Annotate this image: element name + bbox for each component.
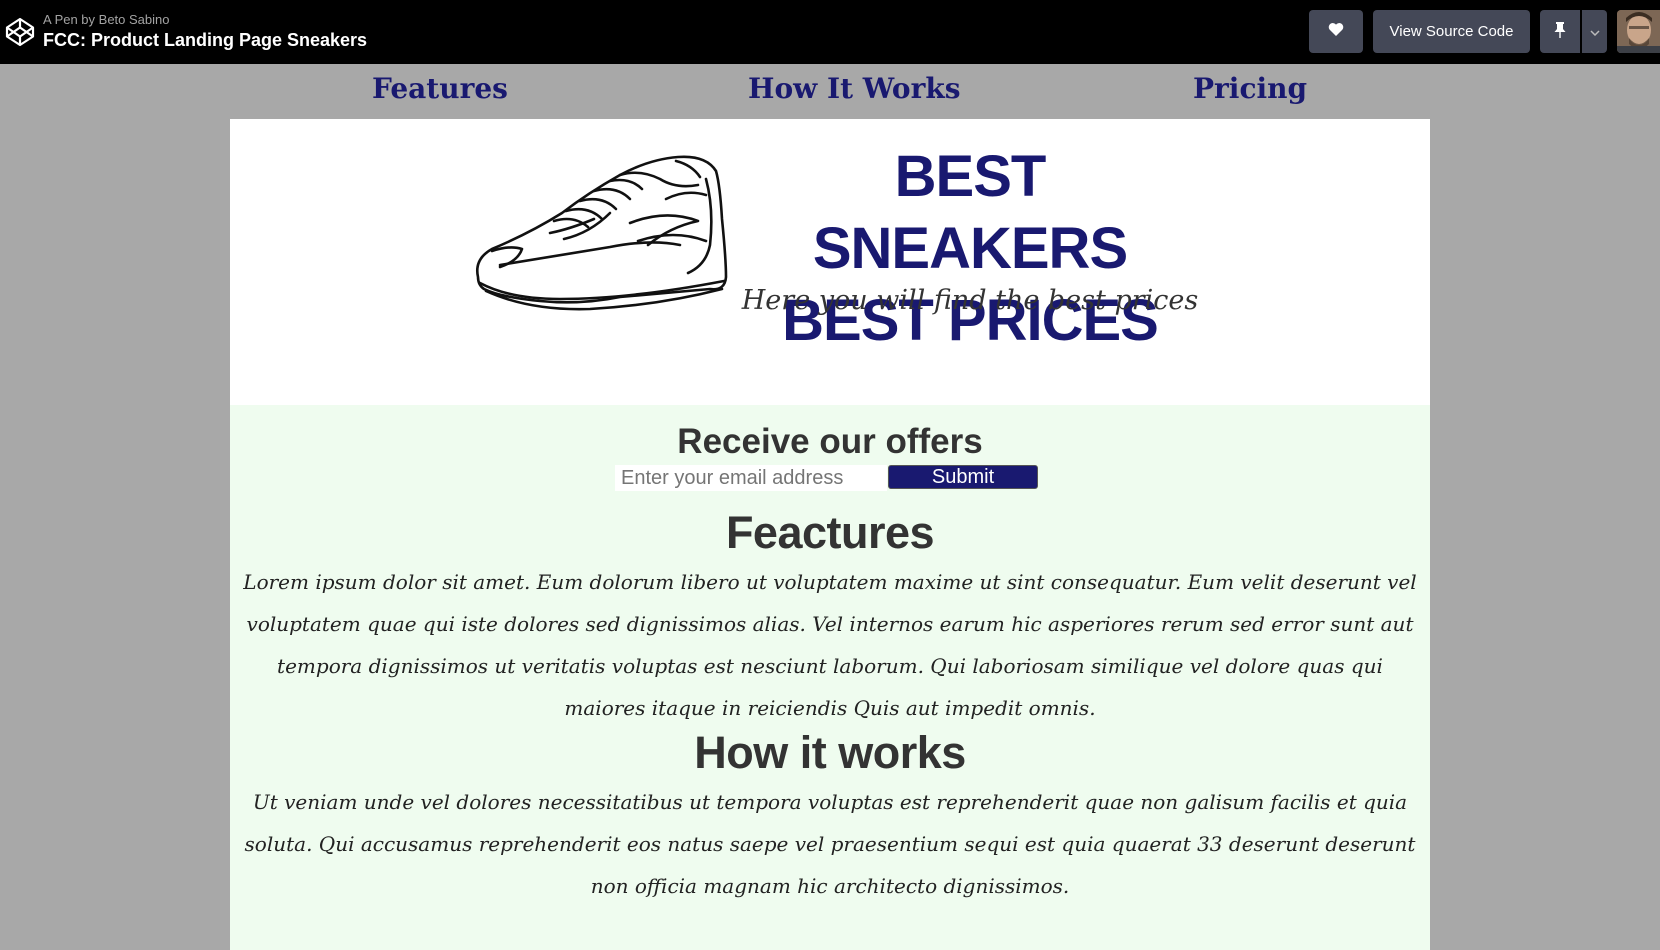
features-title: Feactures (725, 507, 935, 558)
view-source-button[interactable]: View Source Code (1373, 10, 1530, 53)
pen-title: FCC: Product Landing Page Sneakers (43, 30, 368, 50)
chevron-down-icon (1589, 23, 1600, 40)
pen-byline[interactable]: A Pen by Beto Sabino (43, 12, 367, 28)
nav-link-how-it-works[interactable]: How It Works (748, 72, 961, 105)
hero-subtitle: Here you will find the best prices (741, 285, 1199, 316)
submit-button[interactable]: Submit (888, 465, 1038, 489)
pin-button[interactable] (1540, 10, 1580, 53)
how-it-works-title: How it works (694, 727, 966, 778)
offers-title: Receive our offers (677, 422, 983, 461)
how-it-works-text: Ut veniam unde vel dolores necessitatibu… (244, 790, 1416, 898)
pin-icon (1554, 21, 1566, 43)
hero-section: BEST SNEAKERS BEST PRICES Here you will … (230, 119, 1430, 405)
main-content: Receive our offers Submit Feactures Lore… (230, 405, 1430, 950)
hero-title-line1: BEST SNEAKERS (812, 144, 1128, 281)
codepen-header: A Pen by Beto Sabino FCC: Product Landin… (0, 0, 1660, 64)
hero-title: BEST SNEAKERS BEST PRICES (740, 141, 1200, 357)
nav-link-pricing[interactable]: Pricing (1193, 72, 1307, 105)
heart-icon (1328, 22, 1344, 41)
pin-dropdown-button[interactable] (1582, 10, 1607, 53)
email-field[interactable] (615, 465, 887, 491)
codepen-logo-icon[interactable] (4, 16, 36, 48)
sneaker-image (470, 149, 734, 319)
features-text: Lorem ipsum dolor sit amet. Eum dolorum … (243, 570, 1417, 720)
pen-meta: A Pen by Beto Sabino FCC: Product Landin… (43, 12, 367, 52)
nav-bar: Features How It Works Pricing (230, 64, 1430, 119)
nav-link-features[interactable]: Features (372, 72, 508, 105)
heart-button[interactable] (1309, 10, 1363, 53)
user-avatar[interactable] (1617, 10, 1660, 53)
